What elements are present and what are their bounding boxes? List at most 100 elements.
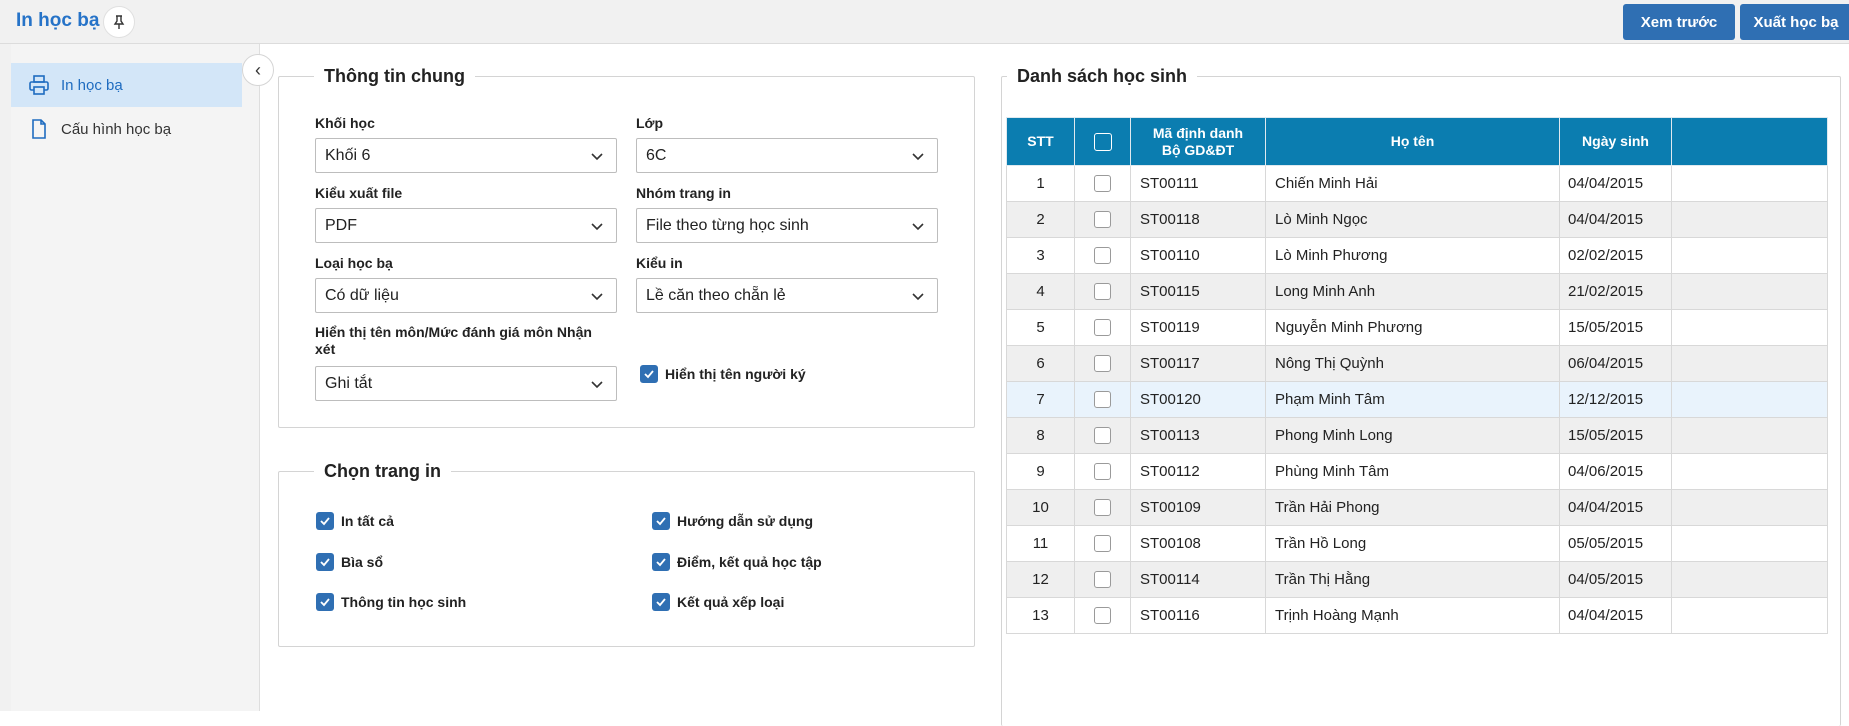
cell-extra — [1671, 489, 1828, 526]
row-checkbox[interactable] — [1094, 535, 1111, 553]
subject-display-label: Hiển thị tên môn/Mức đánh giá môn Nhận x… — [315, 324, 592, 357]
cell-name: Phạm Minh Tâm — [1265, 381, 1560, 418]
cell-select — [1074, 345, 1131, 382]
row-checkbox[interactable] — [1094, 247, 1111, 265]
checkbox-label: Điểm, kết quả học tập — [677, 554, 822, 570]
export-button[interactable]: Xuất học bạ — [1740, 4, 1849, 40]
cell-id: ST00120 — [1130, 381, 1266, 418]
table-row[interactable]: 8 ST00113 Phong Minh Long 15/05/2015 — [1006, 417, 1828, 454]
option-scores[interactable]: Điểm, kết quả học tập — [652, 553, 822, 571]
cell-dob: 04/04/2015 — [1559, 489, 1672, 526]
grade-select[interactable]: Khối 6 — [315, 138, 617, 173]
table-row[interactable]: 3 ST00110 Lò Minh Phương 02/02/2015 — [1006, 237, 1828, 274]
subject-display-select[interactable]: Ghi tắt — [315, 366, 617, 401]
table-row[interactable]: 4 ST00115 Long Minh Anh 21/02/2015 — [1006, 273, 1828, 310]
option-classification[interactable]: Kết quả xếp loại — [652, 593, 784, 611]
checkbox-checked-icon — [316, 512, 334, 530]
file-type-select[interactable]: PDF — [315, 208, 617, 243]
print-group-value: File theo từng học sinh — [646, 216, 809, 234]
option-cover[interactable]: Bìa sổ — [316, 553, 383, 571]
cell-name: Nông Thị Quỳnh — [1265, 345, 1560, 382]
record-type-label: Loại học bạ — [315, 255, 393, 271]
cell-name: Nguyễn Minh Phương — [1265, 309, 1560, 346]
sidebar-item-label: Cấu hình học bạ — [61, 120, 172, 138]
class-label: Lớp — [636, 115, 664, 131]
cell-name: Phùng Minh Tâm — [1265, 453, 1560, 490]
cell-extra — [1671, 273, 1828, 310]
chevron-down-icon — [591, 293, 603, 301]
cell-select — [1074, 453, 1131, 490]
cell-dob: 12/12/2015 — [1559, 381, 1672, 418]
table-row[interactable]: 7 ST00120 Phạm Minh Tâm 12/12/2015 — [1006, 381, 1828, 418]
cell-id: ST00118 — [1130, 201, 1266, 238]
page-title: In học bạ — [16, 10, 100, 31]
pin-button[interactable] — [103, 6, 135, 38]
table-row[interactable]: 9 ST00112 Phùng Minh Tâm 04/06/2015 — [1006, 453, 1828, 490]
table-row[interactable]: 6 ST00117 Nông Thị Quỳnh 06/04/2015 — [1006, 345, 1828, 382]
option-user-guide[interactable]: Hướng dẫn sử dụng — [652, 512, 813, 530]
student-table-body: 1 ST00111 Chiến Minh Hải 04/04/2015 2 ST00118… — [1006, 165, 1828, 634]
cell-id: ST00116 — [1130, 597, 1266, 634]
collapse-sidebar-button[interactable]: ‹ — [242, 54, 274, 86]
cell-extra — [1671, 165, 1828, 202]
cell-dob: 21/02/2015 — [1559, 273, 1672, 310]
print-style-select[interactable]: Lề căn theo chẵn lẻ — [636, 278, 938, 313]
cell-extra — [1671, 309, 1828, 346]
column-header-extra — [1671, 117, 1828, 166]
student-table: STT Mã định danh Bộ GD&ĐT Họ tên Ngày sin… — [1006, 117, 1828, 634]
sidebar-item-print-record[interactable]: In học bạ — [11, 63, 242, 107]
row-checkbox[interactable] — [1094, 211, 1111, 229]
row-checkbox[interactable] — [1094, 427, 1111, 445]
select-all-checkbox[interactable] — [1093, 132, 1112, 151]
grade-label: Khối học — [315, 115, 375, 131]
table-row[interactable]: 5 ST00119 Nguyễn Minh Phương 15/05/2015 — [1006, 309, 1828, 346]
cell-select — [1074, 273, 1131, 310]
option-student-info[interactable]: Thông tin học sinh — [316, 593, 466, 611]
cell-name: Trịnh Hoàng Mạnh — [1265, 597, 1560, 634]
table-row[interactable]: 12 ST00114 Trần Thị Hằng 04/05/2015 — [1006, 561, 1828, 598]
row-checkbox[interactable] — [1094, 463, 1111, 481]
column-header-stt: STT — [1006, 117, 1075, 166]
cell-stt: 12 — [1006, 561, 1075, 598]
preview-button[interactable]: Xem trước — [1623, 4, 1735, 40]
cell-select — [1074, 381, 1131, 418]
row-checkbox[interactable] — [1094, 499, 1111, 517]
option-print-all[interactable]: In tất cả — [316, 512, 394, 530]
subject-display-value: Ghi tắt — [325, 374, 373, 392]
cell-extra — [1671, 561, 1828, 598]
row-checkbox[interactable] — [1094, 175, 1111, 193]
cell-select — [1074, 165, 1131, 202]
table-row[interactable]: 13 ST00116 Trịnh Hoàng Mạnh 04/04/2015 — [1006, 597, 1828, 634]
cell-stt: 5 — [1006, 309, 1075, 346]
cell-extra — [1671, 381, 1828, 418]
cell-name: Lò Minh Phương — [1265, 237, 1560, 274]
column-header-id: Mã định danh Bộ GD&ĐT — [1130, 117, 1266, 166]
row-checkbox[interactable] — [1094, 283, 1111, 301]
document-icon — [27, 117, 51, 141]
cell-stt: 10 — [1006, 489, 1075, 526]
table-row[interactable]: 10 ST00109 Trần Hải Phong 04/04/2015 — [1006, 489, 1828, 526]
column-header-id-line1: Mã định danh — [1152, 124, 1244, 141]
row-checkbox[interactable] — [1094, 607, 1111, 625]
record-type-select[interactable]: Có dữ liệu — [315, 278, 617, 313]
cell-id: ST00111 — [1130, 165, 1266, 202]
cell-name: Trần Hải Phong — [1265, 489, 1560, 526]
row-checkbox[interactable] — [1094, 391, 1111, 409]
table-row[interactable]: 2 ST00118 Lò Minh Ngọc 04/04/2015 — [1006, 201, 1828, 238]
table-row[interactable]: 1 ST00111 Chiến Minh Hải 04/04/2015 — [1006, 165, 1828, 202]
show-signer-checkbox[interactable]: Hiển thị tên người ký — [640, 365, 806, 383]
checkbox-checked-icon — [652, 512, 670, 530]
cell-name: Chiến Minh Hải — [1265, 165, 1560, 202]
row-checkbox[interactable] — [1094, 355, 1111, 373]
print-group-select[interactable]: File theo từng học sinh — [636, 208, 938, 243]
table-row[interactable]: 11 ST00108 Trần Hồ Long 05/05/2015 — [1006, 525, 1828, 562]
column-header-select[interactable] — [1074, 117, 1131, 166]
checkbox-label: Hướng dẫn sử dụng — [677, 513, 813, 529]
class-select[interactable]: 6C — [636, 138, 938, 173]
cell-dob: 04/05/2015 — [1559, 561, 1672, 598]
record-type-value: Có dữ liệu — [325, 286, 399, 304]
chevron-down-icon — [591, 381, 603, 389]
row-checkbox[interactable] — [1094, 319, 1111, 337]
row-checkbox[interactable] — [1094, 571, 1111, 589]
sidebar-item-record-config[interactable]: Cấu hình học bạ — [11, 107, 242, 151]
